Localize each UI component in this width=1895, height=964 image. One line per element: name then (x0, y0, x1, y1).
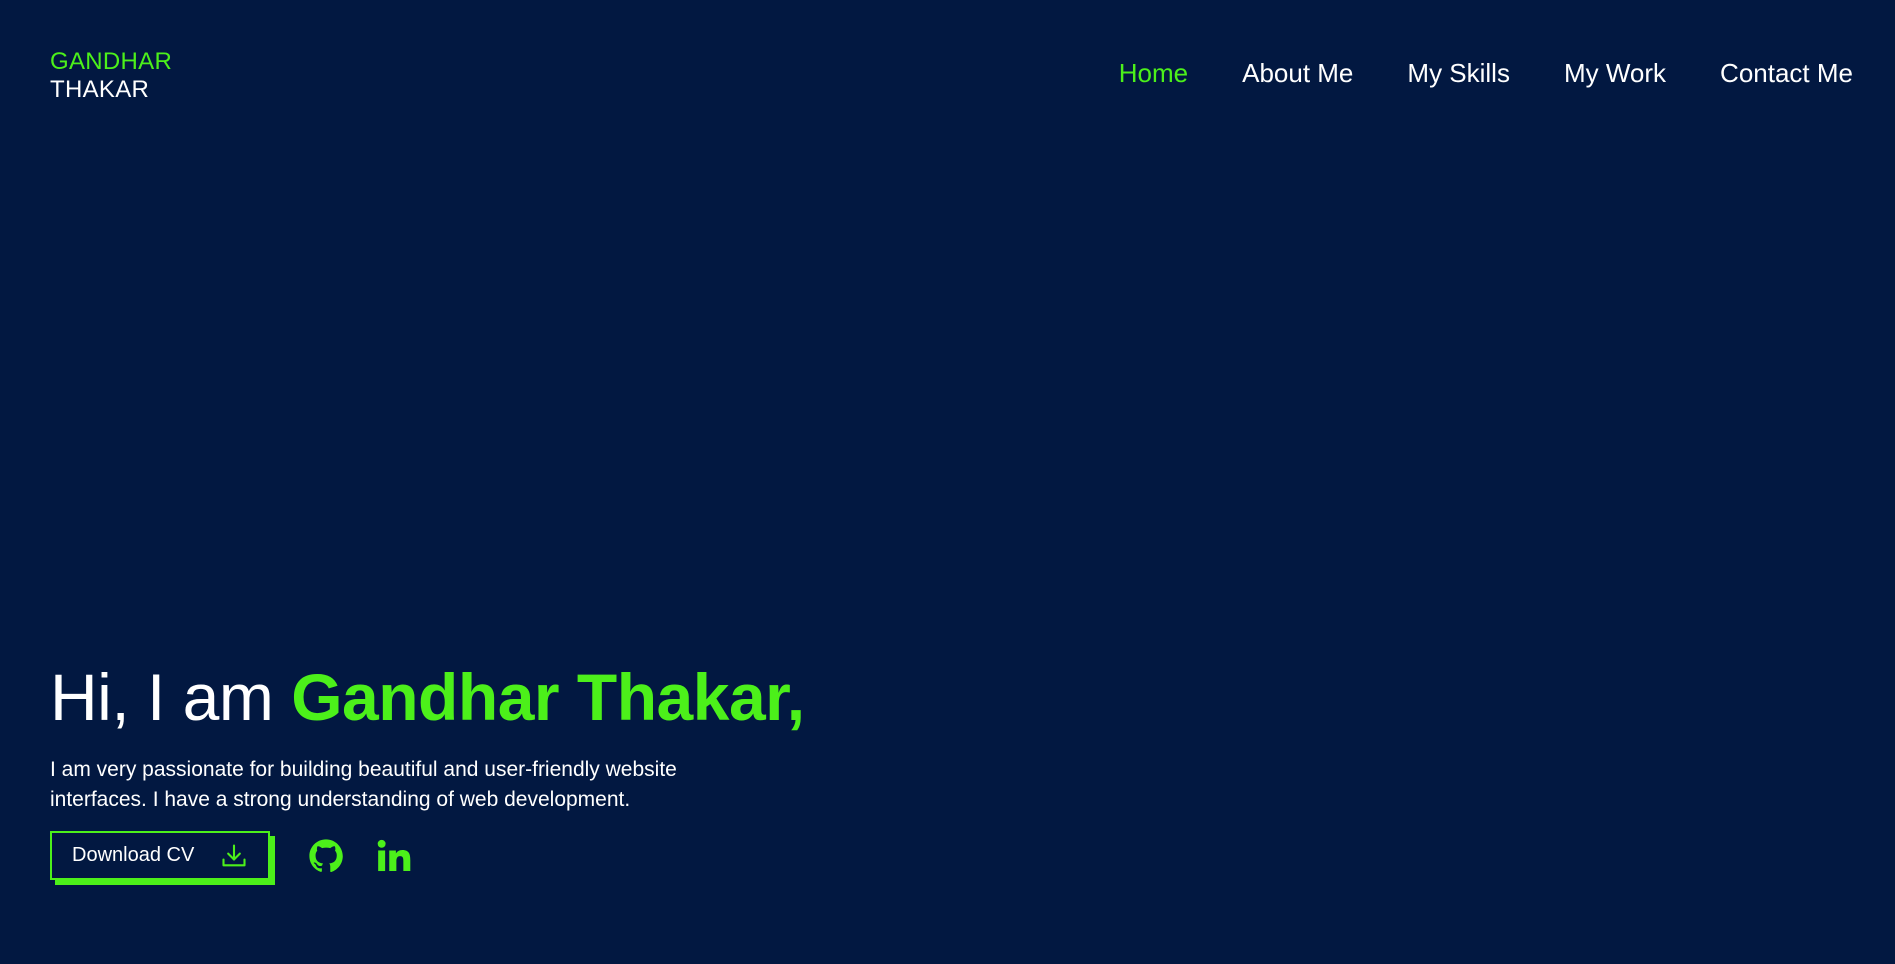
hero-heading: Hi, I am Gandhar Thakar, (50, 655, 950, 739)
nav-my-skills[interactable]: My Skills (1407, 58, 1510, 89)
linkedin-icon (377, 839, 411, 871)
nav-about-me[interactable]: About Me (1242, 58, 1353, 89)
download-cv-label: Download CV (72, 844, 195, 866)
social-links (307, 837, 413, 875)
hero-name: Gandhar Thakar, (291, 660, 805, 734)
nav-contact-me[interactable]: Contact Me (1720, 58, 1853, 89)
hero-description-line-1: I am very passionate for building beauti… (50, 758, 677, 781)
github-icon (309, 838, 343, 872)
hero-description: I am very passionate for building beauti… (50, 755, 810, 815)
nav-home[interactable]: Home (1119, 58, 1188, 89)
github-link[interactable] (307, 837, 345, 875)
nav-my-work[interactable]: My Work (1564, 58, 1666, 89)
logo-first-name: GANDHAR (50, 48, 173, 75)
download-icon (222, 843, 246, 866)
hero-section: Hi, I am Gandhar Thakar, I am very passi… (50, 655, 950, 815)
hero-description-line-2: interfaces. I have a strong understandin… (50, 788, 631, 811)
logo[interactable]: GANDHAR THAKAR (50, 48, 172, 104)
hero-actions: Download CV (50, 831, 413, 880)
hero-greeting: Hi, I am (50, 660, 292, 734)
portfolio-page: GANDHAR THAKAR Home About Me My Skills M… (0, 0, 1895, 964)
linkedin-link[interactable] (375, 837, 413, 875)
main-nav: Home About Me My Skills My Work Contact … (1119, 58, 1853, 89)
logo-last-name: THAKAR (50, 76, 150, 103)
download-cv-button[interactable]: Download CV (50, 831, 270, 880)
